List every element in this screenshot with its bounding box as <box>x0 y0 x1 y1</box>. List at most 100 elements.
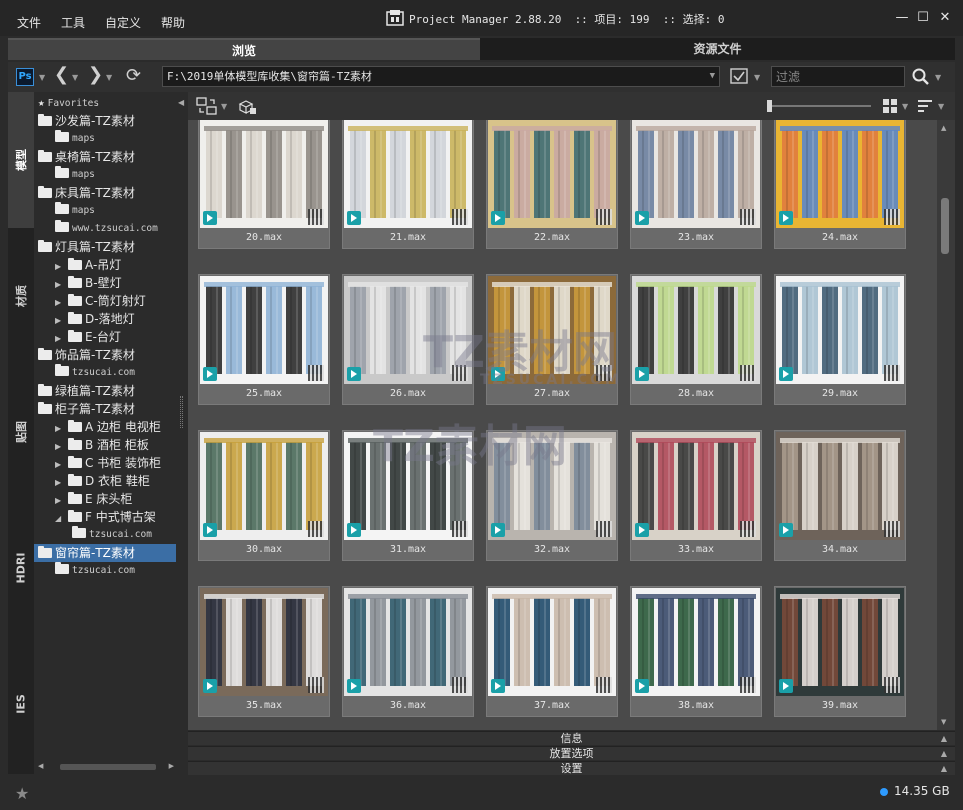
scroll-up-icon[interactable]: ▲ <box>941 124 946 132</box>
tree-item[interactable]: ◢ F 中式博古架 <box>34 508 176 526</box>
tree-item[interactable]: ▶ A-吊灯 <box>34 256 176 274</box>
asset-thumbnail[interactable] <box>632 432 760 540</box>
chevron-down-icon[interactable]: ▼ <box>935 73 941 82</box>
photoshop-icon[interactable]: Ps <box>16 68 34 86</box>
close-icon[interactable]: ✕ <box>937 10 953 26</box>
tree-item[interactable]: 绿植篇-TZ素材 <box>34 382 176 400</box>
asset-tile[interactable]: 29.max <box>774 274 906 405</box>
tree-item[interactable]: ▶ D 衣柜 鞋柜 <box>34 472 176 490</box>
grid-scroll-thumb[interactable] <box>941 198 949 254</box>
grid-vertical-scrollbar[interactable]: ▲ ▼ <box>937 120 955 730</box>
tree-item[interactable]: ★ Favorites <box>34 94 176 112</box>
scroll-down-icon[interactable]: ▼ <box>941 718 946 726</box>
collapse-left-icon[interactable]: ◀ <box>178 98 184 107</box>
asset-thumbnail[interactable] <box>632 276 760 384</box>
tree-item[interactable]: maps <box>34 166 176 184</box>
tree-item[interactable]: 柜子篇-TZ素材 <box>34 400 176 418</box>
asset-thumbnail[interactable] <box>200 588 328 696</box>
tree-item[interactable]: 灯具篇-TZ素材 <box>34 238 176 256</box>
asset-thumbnail[interactable] <box>344 120 472 228</box>
splitter-grip[interactable] <box>180 396 183 428</box>
import-models-icon[interactable] <box>236 96 258 116</box>
asset-thumbnail[interactable] <box>776 276 904 384</box>
tree-item[interactable]: tzsucai.com <box>34 562 176 580</box>
tree-item[interactable]: ▶ A 边柜 电视柜 <box>34 418 176 436</box>
panel-settings[interactable]: 设置 ▲ <box>188 761 955 775</box>
asset-thumbnail[interactable] <box>632 588 760 696</box>
sync-icon[interactable] <box>196 96 218 116</box>
tree-item[interactable]: 桌椅篇-TZ素材 <box>34 148 176 166</box>
asset-tile[interactable]: 26.max <box>342 274 474 405</box>
asset-thumbnail[interactable] <box>200 276 328 384</box>
tree-item[interactable]: ▶ C 书柜 装饰柜 <box>34 454 176 472</box>
asset-tile[interactable]: 30.max <box>198 430 330 561</box>
tree-item[interactable]: tzsucai.com <box>34 364 176 382</box>
scroll-left-icon[interactable]: ◀ <box>38 762 43 770</box>
chevron-down-icon[interactable]: ▼ <box>106 73 112 82</box>
thumbnail-size-slider[interactable] <box>771 105 871 107</box>
asset-tile[interactable]: 25.max <box>198 274 330 405</box>
thumbnail-size-slider-thumb[interactable] <box>767 100 772 112</box>
menu-help[interactable]: 帮助 <box>161 14 185 31</box>
star-icon[interactable]: ★ <box>15 784 29 803</box>
chevron-down-icon[interactable]: ▼ <box>72 73 78 82</box>
panel-info[interactable]: 信息 ▲ <box>188 731 955 745</box>
expand-up-icon[interactable]: ▲ <box>941 747 947 761</box>
panel-splitter[interactable]: ◀ <box>176 92 188 774</box>
back-arrow-icon[interactable]: ❮ <box>54 66 69 84</box>
asset-thumbnail[interactable] <box>632 120 760 228</box>
tree-item[interactable]: ▶ E 床头柜 <box>34 490 176 508</box>
chevron-down-icon[interactable]: ▼ <box>938 102 944 111</box>
tree-horizontal-scrollbar[interactable]: ◀ ▶ <box>38 762 174 772</box>
asset-thumbnail[interactable] <box>344 432 472 540</box>
side-tab-models[interactable]: 模型 <box>8 92 34 228</box>
asset-tile[interactable]: 21.max <box>342 120 474 249</box>
panel-placement-options[interactable]: 放置选项 ▲ <box>188 746 955 760</box>
asset-tile[interactable]: 36.max <box>342 586 474 717</box>
menu-file[interactable]: 文件 <box>17 14 41 31</box>
search-icon[interactable] <box>912 68 930 86</box>
path-dropdown-icon[interactable]: ▼ <box>710 67 715 86</box>
tab-asset-files[interactable]: 资源文件 <box>480 38 955 60</box>
chevron-down-icon[interactable]: ▼ <box>39 73 45 82</box>
tab-browse[interactable]: 浏览 <box>8 38 480 60</box>
tree-item[interactable]: ▶ C-筒灯射灯 <box>34 292 176 310</box>
tree-item[interactable]: maps <box>34 130 176 148</box>
asset-tile[interactable]: 22.max <box>486 120 618 249</box>
asset-tile[interactable]: 27.max <box>486 274 618 405</box>
asset-tile[interactable]: 39.max <box>774 586 906 717</box>
tree-item[interactable]: 沙发篇-TZ素材 <box>34 112 176 130</box>
tree-item[interactable]: ▶ B-壁灯 <box>34 274 176 292</box>
path-input[interactable]: F:\2019单体模型库收集\窗帘篇-TZ素材 ▼ <box>162 66 720 87</box>
asset-tile[interactable]: 28.max <box>630 274 762 405</box>
asset-thumbnail[interactable] <box>776 588 904 696</box>
expand-up-icon[interactable]: ▲ <box>941 762 947 776</box>
side-tab-materials[interactable]: 材质 <box>8 228 34 364</box>
tree-item[interactable]: 饰品篇-TZ素材 <box>34 346 176 364</box>
tree-item[interactable]: ▶ D-落地灯 <box>34 310 176 328</box>
asset-thumbnail[interactable] <box>776 120 904 228</box>
asset-tile[interactable]: 38.max <box>630 586 762 717</box>
refresh-icon[interactable]: ⟳ <box>126 67 141 85</box>
expand-up-icon[interactable]: ▲ <box>941 732 947 746</box>
asset-thumbnail[interactable] <box>776 432 904 540</box>
chevron-down-icon[interactable]: ▼ <box>754 73 760 82</box>
menu-tools[interactable]: 工具 <box>61 14 85 31</box>
maximize-icon[interactable]: ☐ <box>915 10 931 26</box>
forward-arrow-icon[interactable]: ❯ <box>88 66 103 84</box>
asset-thumbnail[interactable] <box>488 120 616 228</box>
scroll-right-icon[interactable]: ▶ <box>169 762 174 770</box>
asset-tile[interactable]: 24.max <box>774 120 906 249</box>
asset-thumbnail[interactable] <box>488 588 616 696</box>
chevron-down-icon[interactable]: ▼ <box>221 102 227 111</box>
asset-thumbnail[interactable] <box>344 588 472 696</box>
side-tab-maps[interactable]: 贴图 <box>8 364 34 500</box>
asset-tile[interactable]: 20.max <box>198 120 330 249</box>
asset-thumbnail[interactable] <box>200 432 328 540</box>
tree-item[interactable]: tzsucai.com <box>34 526 176 544</box>
filter-preset-icon[interactable] <box>730 68 750 86</box>
tree-item[interactable]: www.tzsucai.com <box>34 220 176 238</box>
tree-item[interactable]: maps <box>34 202 176 220</box>
asset-thumbnail[interactable] <box>344 276 472 384</box>
tree-scroll-thumb[interactable] <box>60 764 156 770</box>
